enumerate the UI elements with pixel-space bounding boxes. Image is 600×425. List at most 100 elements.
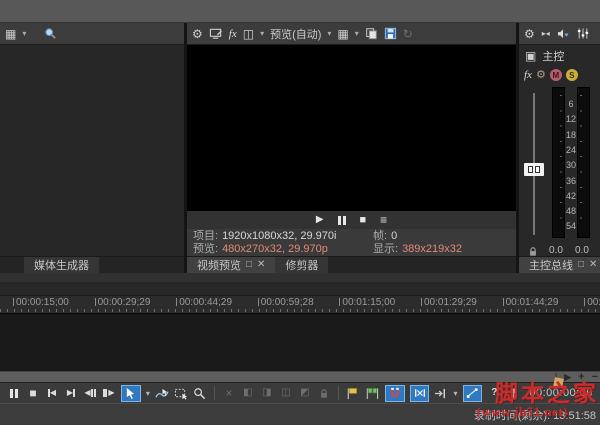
auto-ripple-icon [414,389,425,397]
preview-pause-button[interactable] [337,215,346,225]
tab-close-icon[interactable]: ✕ [589,260,597,270]
preview-format-value: 480x270x32, 29.970p [222,243,328,255]
db-scale-label: 54 [565,221,576,232]
zoom-in-button[interactable]: + [578,371,584,383]
preview-settings-gear-icon[interactable]: ⚙ [192,28,203,40]
transport-toolbar: ■ ◀ ▶ ◀ ▶ ▾ × ◧ ◨ ◫ ◩ ▾ ? 00:00:00;00 [0,382,600,403]
timeline-tracks[interactable] [0,313,600,371]
auto-ripple-mode-button[interactable] [434,385,448,401]
auto-ripple-button[interactable] [409,384,430,402]
go-to-start-button[interactable]: ◀ [45,385,59,401]
video-output-fx-icon[interactable]: fx [229,28,237,40]
lock-envelopes-button[interactable] [462,384,483,402]
tab-media-generators[interactable]: 媒体生成器 [24,257,99,273]
cursor-timecode-display[interactable]: 00:00:00;00 [529,387,593,399]
left-panel-tabs: 媒体生成器 [0,256,184,273]
lock-event-button[interactable] [317,385,331,401]
mixer-sliders-icon[interactable] [577,27,589,40]
chevron-down-icon[interactable]: ▾ [22,29,26,38]
delete-button[interactable]: × [222,385,236,401]
pause-button[interactable] [7,385,21,401]
envelope-edit-tool-button[interactable] [155,385,169,401]
ripple-mode-chevron-icon[interactable]: ▾ [453,389,457,398]
timeline-ruler[interactable]: 00:00:15;00 00:00:29;29 00:00:44;29 00:00:5… [0,296,600,313]
preview-menu-button[interactable]: ≡ [380,214,387,226]
db-ticks-right [580,95,582,221]
recording-time-remaining: 录制时间(剩余): 13:51:58 [473,409,596,422]
bus-square-icon[interactable]: ▣ [525,50,536,62]
previous-frame-button[interactable]: ◀ [83,385,97,401]
dim-output-speaker-icon[interactable] [557,28,570,40]
next-frame-button[interactable]: ▶ [102,385,116,401]
timeline-marker-bar[interactable] [0,273,600,296]
db-scale-label: 6 [568,99,574,109]
frame-label: 帧: [373,230,388,242]
volume-fader-handle[interactable] [524,163,544,176]
slip-trim-icon[interactable]: ◩ [298,385,312,401]
video-preview-screen[interactable] [187,45,516,211]
solo-button[interactable]: S [565,69,578,81]
zoom-out-button[interactable]: − [592,371,598,383]
view-grid-icon[interactable]: ▦ [5,28,16,40]
scroll-right-icon[interactable]: ▶ [564,372,571,382]
video-preview-toolbar: ⚙ fx ◫ ▾ 预览(自动) ▾ ▦ ▾ ↻ [187,23,516,45]
mixer-settings-gear-icon[interactable]: ⚙ [524,28,535,40]
overlays-grid-icon[interactable]: ▦ [337,28,348,40]
region-flags-icon [366,387,378,399]
split-screen-view-icon[interactable]: ◫ [243,28,254,40]
preview-quality-label[interactable]: 预览(自动) [270,26,321,42]
context-help-button[interactable]: ? [487,385,501,401]
watermark-fold-decoration [553,377,564,388]
preview-panel-tabs: 视频预览 □ ✕ 修剪器 [187,256,516,273]
top-toolbar [0,0,600,23]
preview-play-button[interactable]: ▶ [316,215,324,225]
save-snapshot-icon[interactable] [384,27,397,40]
mixer-toolbar: ⚙ ▸◂ [519,23,600,45]
go-to-end-button[interactable]: ▶ [64,385,78,401]
loop-playback-icon[interactable]: ↻ [403,28,413,40]
selection-edit-tool-button[interactable] [174,385,188,401]
master-bus-buttons: fx ⚙ M S [519,65,600,85]
mute-button[interactable]: M [549,69,562,81]
preview-stop-button[interactable]: ■ [360,214,367,226]
split-event-icon[interactable]: ◫ [279,385,293,401]
meter-value-right: 0.0 [575,245,589,256]
meter-value-left: 0.0 [549,245,563,256]
tab-master-bus[interactable]: 主控总线 □ ✕ [519,257,600,273]
search-icon[interactable] [44,27,57,40]
copy-snapshot-icon[interactable] [365,27,378,40]
pin-button[interactable] [506,385,520,401]
preview-transport-controls: ▶ ■ ≡ [187,211,516,229]
edit-tool-chevron-icon[interactable]: ▾ [146,389,150,398]
tab-trimmer[interactable]: 修剪器 [275,257,329,273]
trim-start-icon[interactable]: ◧ [241,385,255,401]
tab-float-icon[interactable]: □ [246,260,252,270]
split-screen-chevron-icon[interactable]: ▾ [260,29,264,38]
stop-button[interactable]: ■ [26,385,40,401]
tab-video-preview[interactable]: 视频预览 □ ✕ [187,257,276,273]
preview-quality-chevron-icon[interactable]: ▾ [327,29,331,38]
db-scale-label: 36 [565,175,576,186]
tab-close-icon[interactable]: ✕ [257,260,265,270]
bus-fx-bypass-gear-icon[interactable]: ⚙ [536,69,546,81]
master-bus-header: ▣ 主控 [519,47,600,65]
timeline-scrollbar[interactable]: ▶ + − [0,371,600,382]
insert-region-button[interactable] [365,385,380,401]
external-monitor-icon[interactable] [209,27,223,40]
trim-end-icon[interactable]: ◨ [260,385,274,401]
enable-snapping-button[interactable] [384,384,405,402]
normal-edit-tool-button[interactable] [121,384,141,402]
insert-marker-button[interactable] [346,385,360,401]
ruler-timecode-label: 00:01:15;00 [339,297,395,308]
media-generators-body[interactable] [0,45,184,256]
downmix-icon[interactable]: ▸◂ [542,29,550,38]
ripple-insert-icon [435,388,446,398]
video-preview-panel: ⚙ fx ◫ ▾ 预览(自动) ▾ ▦ ▾ ↻ ▶ ■ ≡ 项目: 1920x1… [187,23,516,273]
tab-float-icon[interactable]: □ [578,260,584,270]
zoom-edit-tool-button[interactable] [193,385,207,401]
mixer-panel-tabs: 主控总线 □ ✕ [519,256,600,273]
overlays-chevron-icon[interactable]: ▾ [355,29,359,38]
marker-flag-icon [348,387,358,399]
bus-fx-icon[interactable]: fx [524,69,532,81]
tab-media-generators-label: 媒体生成器 [34,260,89,272]
